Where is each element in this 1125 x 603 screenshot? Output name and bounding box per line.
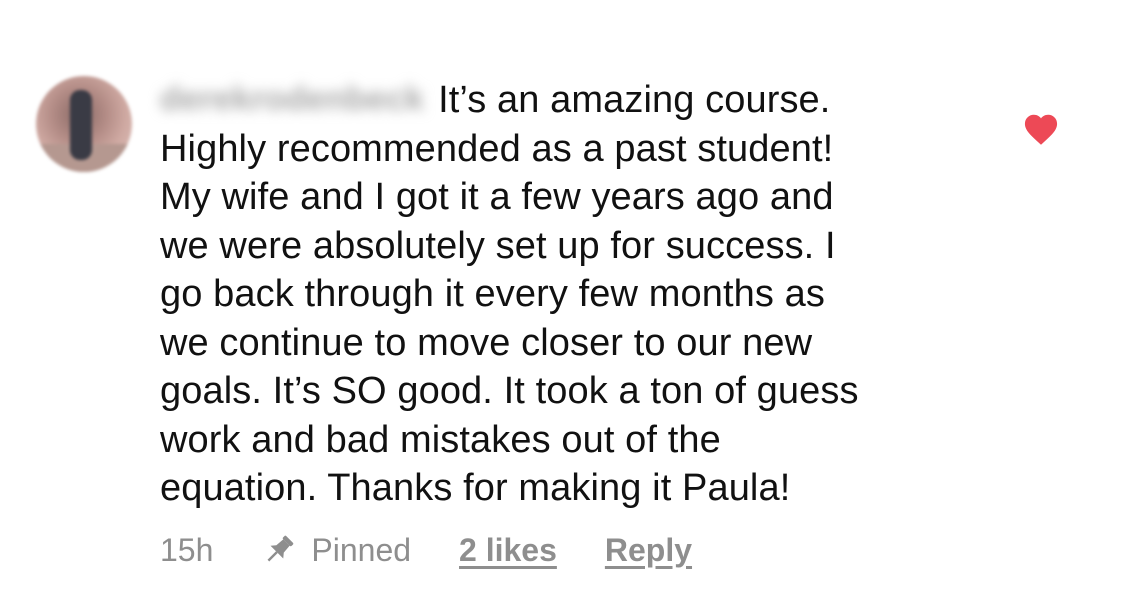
comment-body: derekrodenbeck It’s an amazing course. Hi… [160,75,980,513]
comment-meta-row: 15h Pinned 2 likes Reply [160,530,692,570]
likes-link[interactable]: 2 likes [459,532,557,569]
pin-icon [267,535,294,562]
comment-line-4: we were absolutely set up for success. I [160,224,836,267]
pinned-indicator: Pinned [261,532,411,569]
comment-line-3: My wife and I got it a few years ago and [160,176,834,218]
username-link[interactable]: derekrodenbeck [160,75,424,124]
comment-text: It’s an amazing course. [438,79,831,121]
comment-line-1: derekrodenbeck It’s an amazing course. [160,75,980,125]
heart-filled-icon [1024,114,1058,145]
comment-line-5: go back through it every few months as [160,273,825,315]
comment-line-2: Highly recommended as a past student! [160,127,834,170]
avatar-figure [70,90,92,160]
pinned-label: Pinned [311,531,412,568]
comment-line-7: goals. It’s SO good. It took a ton of gu… [160,370,859,412]
like-heart-icon[interactable] [1022,112,1060,146]
comment-line-8: work and bad mistakes out of the [160,418,721,461]
avatar[interactable] [36,76,132,172]
reply-button[interactable]: Reply [605,532,692,569]
comment-line-9: equation. Thanks for making it Paula! [160,467,791,509]
comment-timestamp: 15h [160,531,214,568]
comment-line-6: we continue to move closer to our new [160,321,813,364]
